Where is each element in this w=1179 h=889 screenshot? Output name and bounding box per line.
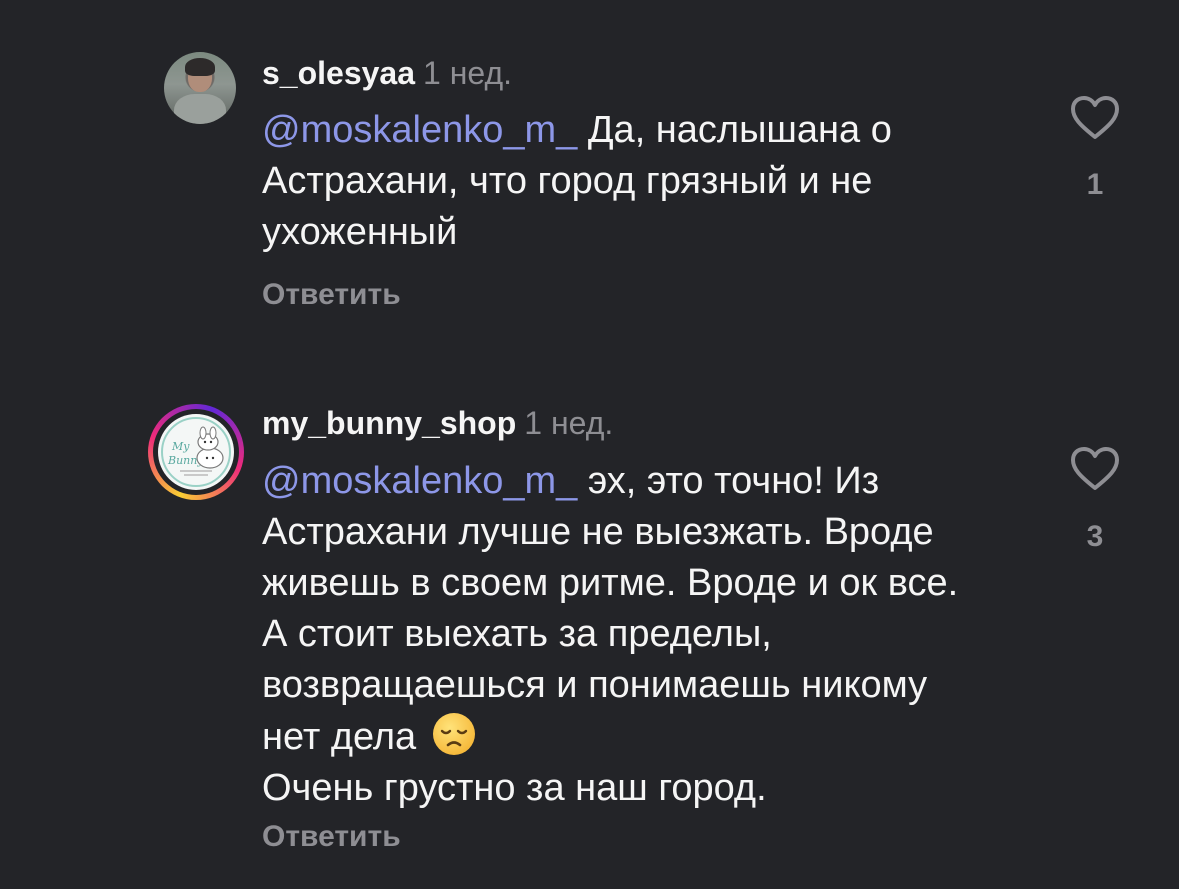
reply-button[interactable]: Ответить [262,820,401,854]
comment-body: эх, это точно! Из Астрахани лучше не вые… [262,460,959,758]
comment-text: @moskalenko_m_ эх, это точно! Из Астраха… [262,456,982,814]
comment-text: @moskalenko_m_ Да, наслышана о Астрахани… [262,105,1022,258]
bunny-logo-art: My Bunny [161,417,231,487]
heart-icon[interactable] [1070,446,1120,492]
comment-time: 1 нед. [423,55,513,91]
heart-icon[interactable] [1070,95,1120,141]
avatar-body [174,94,226,124]
logo-text: My [171,440,190,453]
story-ring[interactable]: My Bunny [148,404,244,500]
comment-body-end: Очень грустно за наш город. [262,767,767,809]
comment-header: my_bunny_shop 1 нед. [262,405,613,442]
bunny-logo-icon: My Bunny [158,414,234,490]
comment-header: s_olesyaa 1 нед. [262,55,512,92]
like-count: 3 [1086,520,1104,553]
username-link[interactable]: my_bunny_shop [262,405,516,441]
user-avatar[interactable] [164,52,236,124]
story-ring-gap: My Bunny [153,409,239,495]
reply-button[interactable]: Ответить [262,278,401,312]
username-link[interactable]: s_olesyaa [262,55,415,91]
avatar-hair [185,58,215,76]
like-count: 1 [1086,168,1104,201]
disappointed-face-emoji [432,713,475,755]
comment-time: 1 нед. [524,405,614,441]
mention-link[interactable]: @moskalenko_m_ [262,109,577,151]
mention-link[interactable]: @moskalenko_m_ [262,460,577,502]
